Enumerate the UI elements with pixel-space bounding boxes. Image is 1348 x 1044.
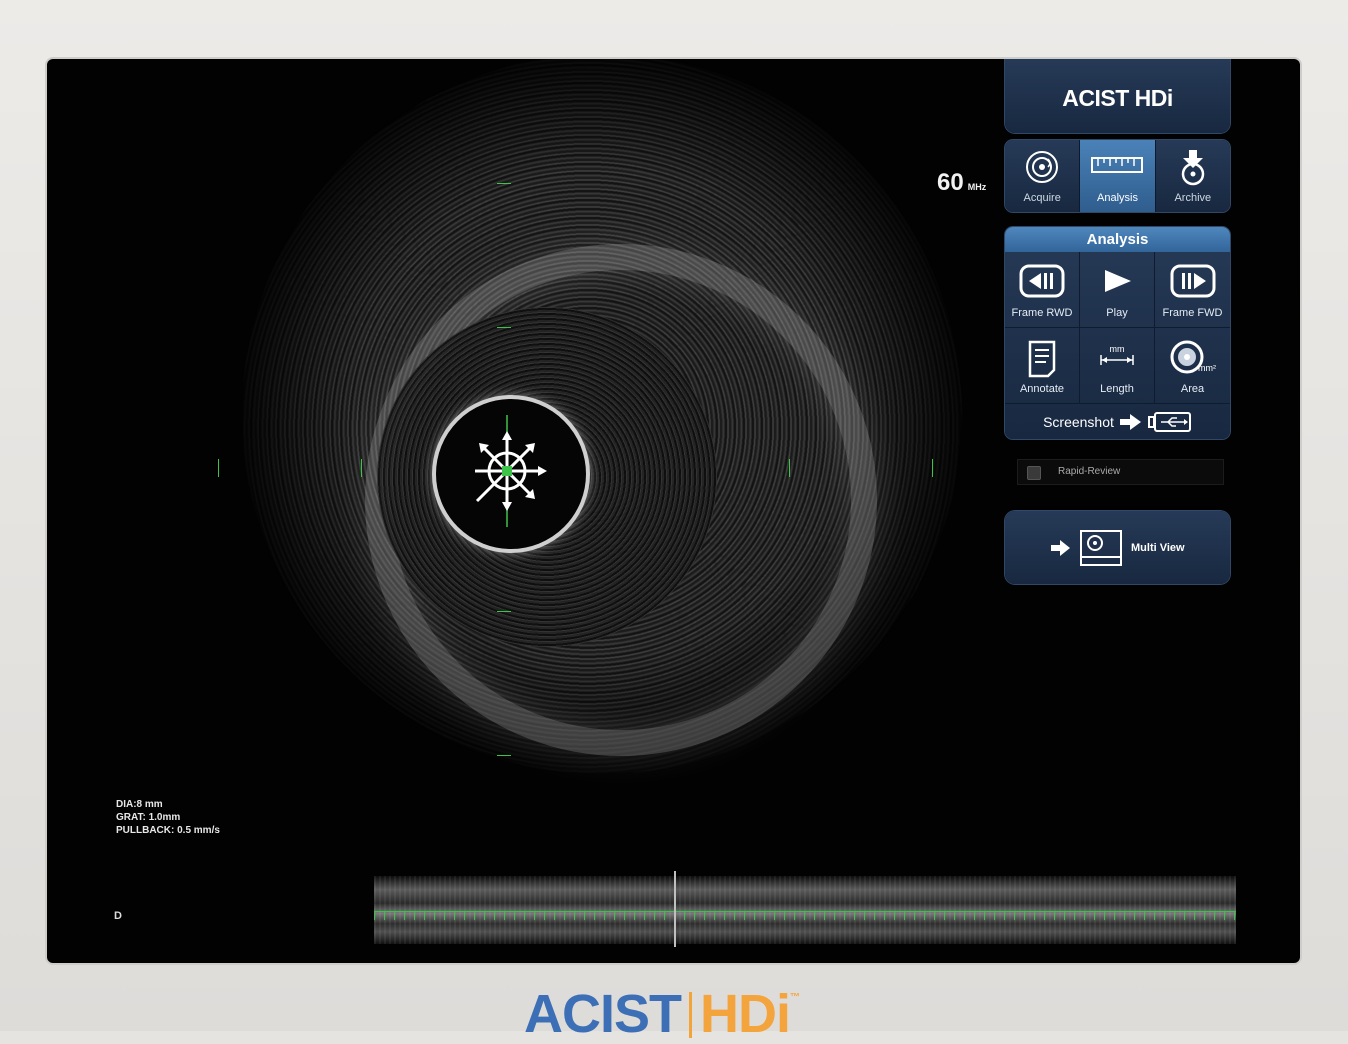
usb-drive-icon xyxy=(1147,412,1191,432)
multi-view-icon xyxy=(1080,530,1122,566)
pullback-text: PULLBACK: 0.5 mm/s xyxy=(116,825,220,836)
frame-rwd-label: Frame RWD xyxy=(1011,307,1073,319)
brand-trademark: ™ xyxy=(790,992,800,1003)
area-icon: mm² xyxy=(1155,340,1230,381)
ruler-icon xyxy=(1080,150,1154,181)
play-label: Play xyxy=(1106,307,1128,319)
graticule-mark xyxy=(497,611,511,612)
brand-separator xyxy=(689,992,692,1038)
brand-name: ACIST xyxy=(524,984,682,1044)
frame-rwd-button[interactable]: Frame RWD xyxy=(1005,252,1080,328)
brand-logo: ACIST HDi™ xyxy=(524,970,800,1042)
panel-logo: ACIST HDi xyxy=(1062,85,1173,111)
brand-model: HDi xyxy=(700,984,791,1044)
frequency-unit: MHz xyxy=(967,182,987,192)
play-button[interactable]: Play xyxy=(1080,252,1155,328)
frame-forward-icon xyxy=(1155,264,1230,301)
multi-view-button[interactable]: Multi View xyxy=(1005,511,1230,584)
distal-marker: D xyxy=(114,910,122,922)
frequency-value: 60 xyxy=(937,169,964,196)
arrow-right-icon xyxy=(1119,414,1141,430)
length-label: Length xyxy=(1100,383,1134,395)
rapid-review-checkbox[interactable] xyxy=(1027,466,1041,480)
image-info: DIA:8 mm GRAT: 1.0mm PULLBACK: 0.5 mm/s xyxy=(116,798,220,837)
catheter-crosshair-icon[interactable] xyxy=(457,415,557,527)
arrow-right-icon xyxy=(1051,540,1070,556)
acquire-icon xyxy=(1005,150,1079,187)
tab-analysis[interactable]: Analysis xyxy=(1080,140,1156,212)
area-unit: mm² xyxy=(1198,363,1216,373)
tab-acquire[interactable]: Acquire xyxy=(1005,140,1081,212)
rapid-review-toggle[interactable]: Rapid-Review xyxy=(1017,459,1224,485)
graticule-mark xyxy=(497,183,511,184)
length-unit: mm xyxy=(1110,344,1125,354)
mode-tabs: Acquire Analysis Archive xyxy=(1005,140,1230,212)
longitudinal-view[interactable] xyxy=(374,876,1236,944)
graticule-mark xyxy=(361,459,362,477)
longitudinal-cursor[interactable] xyxy=(674,871,676,947)
frame-rewind-icon xyxy=(1005,264,1079,301)
imaging-screen: 60 MHz DIA:8 mm GRAT: 1.0mm PULLBACK: 0.5… xyxy=(47,59,1300,963)
tab-archive[interactable]: Archive xyxy=(1156,140,1230,212)
graticule-mark xyxy=(497,755,511,756)
length-button[interactable]: mm Length xyxy=(1080,328,1155,404)
longitudinal-scale xyxy=(374,911,1236,920)
screenshot-label: Screenshot xyxy=(1043,414,1114,430)
area-label: Area xyxy=(1180,383,1205,395)
analysis-panel: Analysis Frame RWD Play Frame FWD Annota… xyxy=(1005,227,1230,439)
tab-analysis-label: Analysis xyxy=(1097,192,1138,204)
logo-panel: ACIST HDi xyxy=(1005,59,1230,133)
diameter-text: DIA:8 mm xyxy=(116,799,163,810)
play-icon xyxy=(1080,264,1154,301)
graticule-mark xyxy=(932,459,933,477)
graticule-mark xyxy=(789,459,790,477)
analysis-title: Analysis xyxy=(1005,227,1230,252)
tab-acquire-label: Acquire xyxy=(1023,192,1061,204)
area-button[interactable]: mm² Area xyxy=(1155,328,1230,404)
annotate-button[interactable]: Annotate xyxy=(1005,328,1080,404)
multi-view-label: Multi View xyxy=(1131,542,1185,554)
tab-archive-label: Archive xyxy=(1174,192,1212,204)
rapid-review-label: Rapid-Review xyxy=(1058,466,1121,477)
screenshot-button[interactable]: Screenshot xyxy=(1005,404,1230,440)
graticule-mark xyxy=(497,327,511,328)
annotate-icon xyxy=(1005,340,1079,381)
annotate-label: Annotate xyxy=(1019,383,1065,395)
graticule-text: GRAT: 1.0mm xyxy=(116,812,181,823)
length-icon: mm xyxy=(1080,340,1154,377)
frame-fwd-label: Frame FWD xyxy=(1162,307,1223,319)
analysis-grid: Frame RWD Play Frame FWD Annotate mm Len… xyxy=(1005,252,1230,404)
frequency-display: 60 MHz xyxy=(937,169,986,197)
frame-fwd-button[interactable]: Frame FWD xyxy=(1155,252,1230,328)
graticule-mark xyxy=(218,459,219,477)
archive-icon xyxy=(1156,150,1230,189)
